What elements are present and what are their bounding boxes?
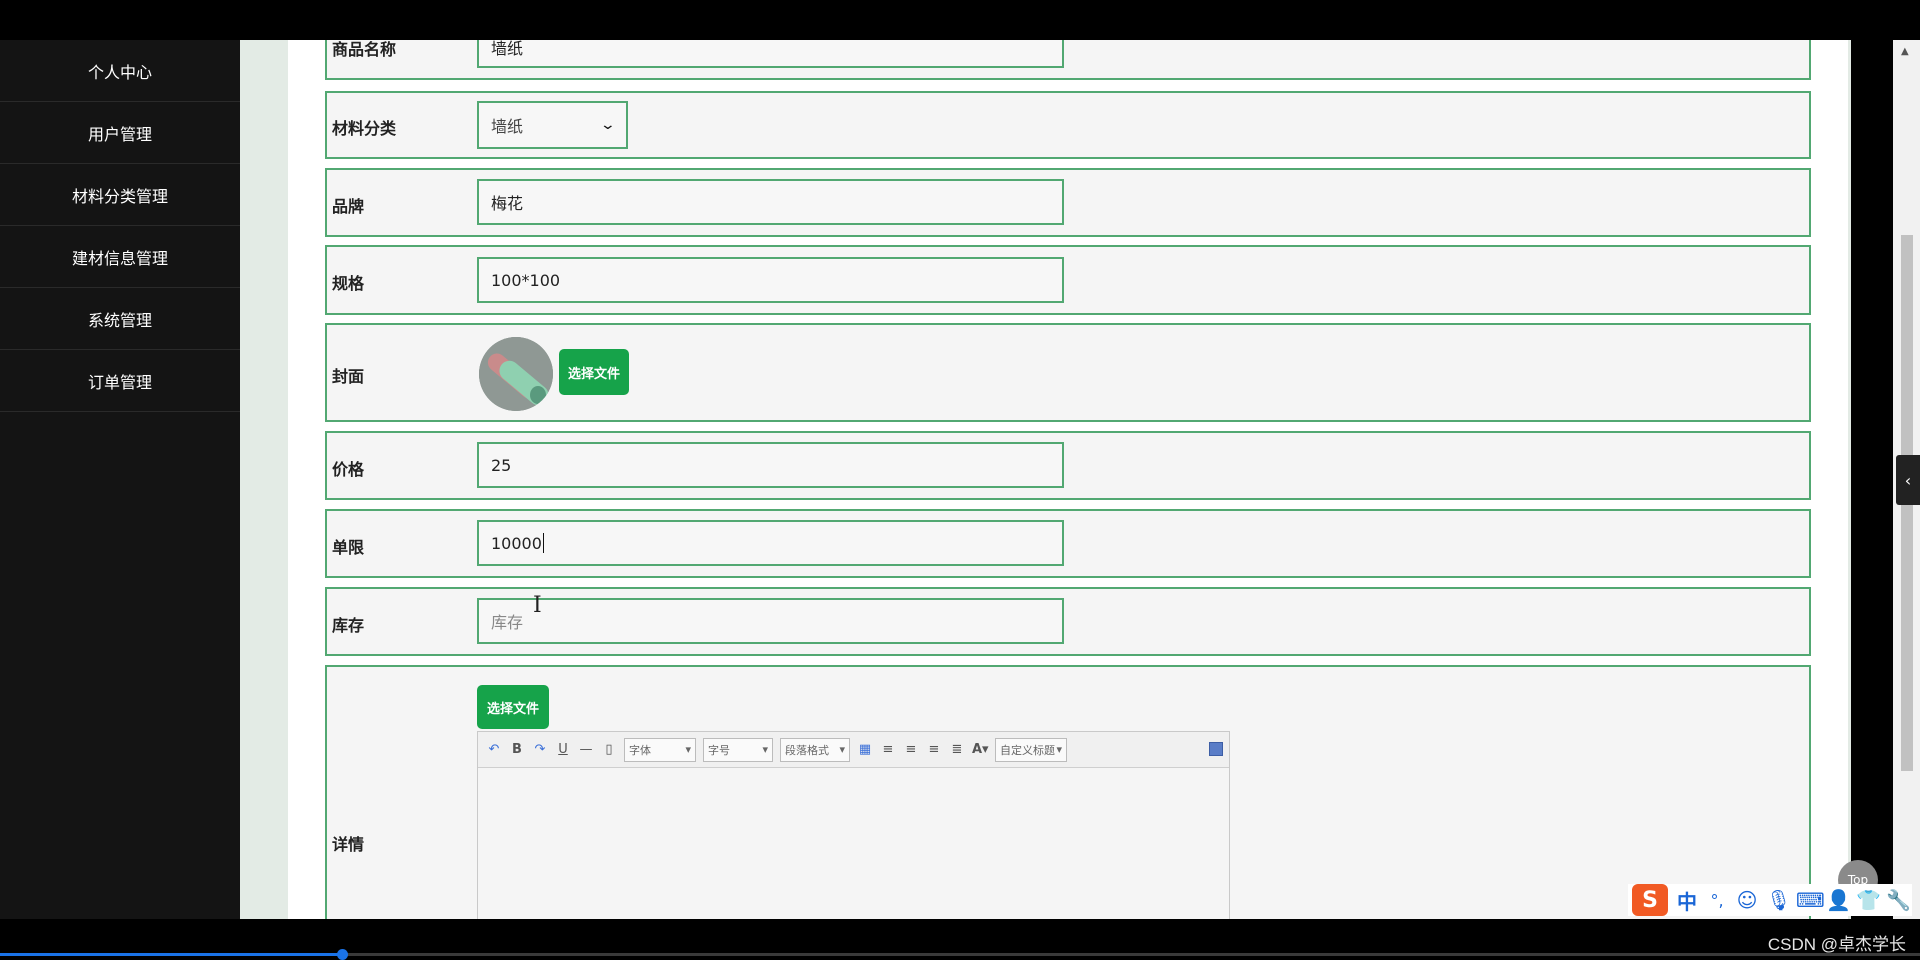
form-row-brand: 品牌 梅花 [325, 168, 1811, 237]
underline-icon[interactable]: U [555, 742, 571, 757]
wrench-icon[interactable]: 🔧 [1886, 888, 1911, 912]
detail-choose-file-button[interactable]: 选择文件 [477, 685, 549, 729]
sidebar-item-label: 系统管理 [87, 310, 152, 330]
category-select[interactable]: 墙纸 ⌄ [477, 101, 628, 149]
custom-title-label: 自定义标题 [1000, 743, 1055, 757]
punctuation-toggle[interactable]: °, [1706, 891, 1728, 910]
paragraph-format-select[interactable]: 段落格式 ▾ [780, 737, 850, 762]
text-cursor-icon: I [533, 593, 542, 618]
field-label: 规格 [332, 274, 365, 293]
field-label: 品牌 [332, 197, 365, 216]
cover-choose-file-button[interactable]: 选择文件 [559, 349, 629, 395]
custom-title-select[interactable]: 自定义标题 ▾ [995, 737, 1067, 762]
align-center-icon[interactable]: ≡ [926, 742, 942, 757]
sidebar-item-label: 订单管理 [87, 372, 152, 392]
video-progress-bar[interactable] [0, 949, 1920, 960]
field-label: 价格 [332, 460, 365, 479]
sidebar-item-label: 材料分类管理 [71, 186, 168, 206]
skin-shirt-icon[interactable]: 👕 [1856, 888, 1881, 912]
price-input[interactable]: 25 [477, 442, 1064, 488]
sidebar-item-label: 建材信息管理 [71, 248, 168, 268]
font-family-label: 字体 [629, 743, 651, 757]
scroll-up-arrow-icon[interactable]: ▲ [1901, 46, 1909, 57]
field-label: 库存 [332, 616, 365, 635]
limit-input-value: 10000 [491, 533, 542, 553]
main-content: 商品名称 墙纸 材料分类 墙纸 ⌄ 品牌 梅花 规格 100*100 封面 选择… [240, 40, 1851, 919]
undo-icon[interactable]: ↶ [486, 742, 502, 757]
stock-input[interactable]: 库存 [477, 598, 1064, 644]
video-progress-fill [0, 953, 342, 956]
field-label: 单限 [332, 538, 365, 557]
form-row-name: 商品名称 墙纸 [325, 40, 1811, 80]
form-row-price: 价格 25 [325, 431, 1811, 500]
letterbox-bottom: CSDN @卓杰学长 [0, 919, 1920, 960]
table-icon[interactable]: ▦ [857, 742, 873, 757]
name-input[interactable]: 墙纸 [477, 40, 1064, 68]
text-caret [542, 533, 544, 553]
editor-toolbar: ↶ B ↷ U — ▯ 字体 ▾ 字号 ▾ 段落格式 ▾ ▦ ≡ ≡ ≡ ≣ A▾ 自… [478, 732, 1229, 768]
field-label: 商品名称 [332, 40, 397, 59]
align-left-icon[interactable]: ≡ [880, 742, 896, 757]
sidebar-item-category-management[interactable]: 材料分类管理 [0, 164, 240, 226]
dropdown-arrow-icon: ▾ [839, 743, 845, 756]
font-size-select[interactable]: 字号 ▾ [703, 737, 773, 762]
font-color-icon[interactable]: A▾ [972, 742, 989, 757]
fullscreen-icon[interactable] [1209, 742, 1223, 756]
ime-toolbar: S 中 °, ☺ 🎙 ⌨ 👤 👕 🔧 [1628, 884, 1912, 916]
spec-input[interactable]: 100*100 [477, 257, 1064, 303]
limit-input[interactable]: 10000 [477, 520, 1064, 566]
align-right-icon[interactable]: ≡ [903, 742, 919, 757]
dropdown-arrow-icon: ▾ [762, 743, 768, 756]
align-justify-icon[interactable]: ≣ [949, 742, 965, 757]
field-label: 详情 [332, 835, 365, 854]
cover-image [479, 337, 553, 411]
sidebar-item-material-info[interactable]: 建材信息管理 [0, 226, 240, 288]
font-size-label: 字号 [708, 743, 730, 757]
microphone-icon[interactable]: 🎙 [1766, 888, 1791, 912]
emoji-icon[interactable]: ☺ [1736, 888, 1758, 912]
field-label: 封面 [332, 367, 365, 386]
brand-input[interactable]: 梅花 [477, 179, 1064, 225]
form-row-spec: 规格 100*100 [325, 245, 1811, 315]
form-row-limit: 单限 10000 [325, 509, 1811, 578]
sidebar-item-order-management[interactable]: 订单管理 [0, 350, 240, 412]
sidebar-item-label: 用户管理 [87, 124, 152, 144]
form-panel: 商品名称 墙纸 材料分类 墙纸 ⌄ 品牌 梅花 规格 100*100 封面 选择… [288, 40, 1848, 919]
sidebar: 个人中心 用户管理 材料分类管理 建材信息管理 系统管理 订单管理 [0, 40, 240, 919]
form-row-stock: 库存 库存 [325, 587, 1811, 656]
form-row-cover: 封面 选择文件 [325, 323, 1811, 422]
letterbox-top [0, 0, 1920, 40]
ime-mode-toggle[interactable]: 中 [1676, 886, 1698, 915]
watermark: CSDN @卓杰学长 [1767, 935, 1906, 954]
dropdown-arrow-icon: ▾ [1056, 743, 1062, 756]
bold-icon[interactable]: B [509, 742, 525, 757]
sidebar-item-personal-center[interactable]: 个人中心 [0, 40, 240, 102]
sidebar-item-label: 个人中心 [87, 62, 152, 82]
video-progress-knob[interactable] [336, 949, 348, 960]
keyboard-icon[interactable]: ⌨ [1796, 888, 1825, 912]
sidebar-item-system-management[interactable]: 系统管理 [0, 288, 240, 350]
chevron-down-icon: ⌄ [599, 117, 617, 133]
horizontal-rule-icon[interactable]: — [578, 742, 594, 757]
paste-icon[interactable]: ▯ [601, 742, 617, 757]
form-row-detail: 详情 选择文件 ↶ B ↷ U — ▯ 字体 ▾ 字号 ▾ 段落格式 ▾ ▦ ≡ ≡ … [325, 665, 1811, 919]
user-icon[interactable]: 👤 [1826, 888, 1851, 912]
category-select-value: 墙纸 [491, 117, 524, 136]
redo-icon[interactable]: ↷ [532, 742, 548, 757]
cover-image-graphic [479, 337, 553, 411]
form-row-category: 材料分类 墙纸 ⌄ [325, 91, 1811, 159]
dropdown-arrow-icon: ▾ [685, 743, 691, 756]
font-family-select[interactable]: 字体 ▾ [624, 737, 696, 762]
sidebar-item-user-management[interactable]: 用户管理 [0, 102, 240, 164]
sogou-logo-icon[interactable]: S [1632, 884, 1668, 916]
chevron-left-icon[interactable]: ‹ [1896, 455, 1920, 505]
paragraph-format-label: 段落格式 [785, 743, 829, 757]
rich-text-editor[interactable]: ↶ B ↷ U — ▯ 字体 ▾ 字号 ▾ 段落格式 ▾ ▦ ≡ ≡ ≡ ≣ A▾ 自… [477, 731, 1230, 919]
field-label: 材料分类 [332, 119, 397, 138]
